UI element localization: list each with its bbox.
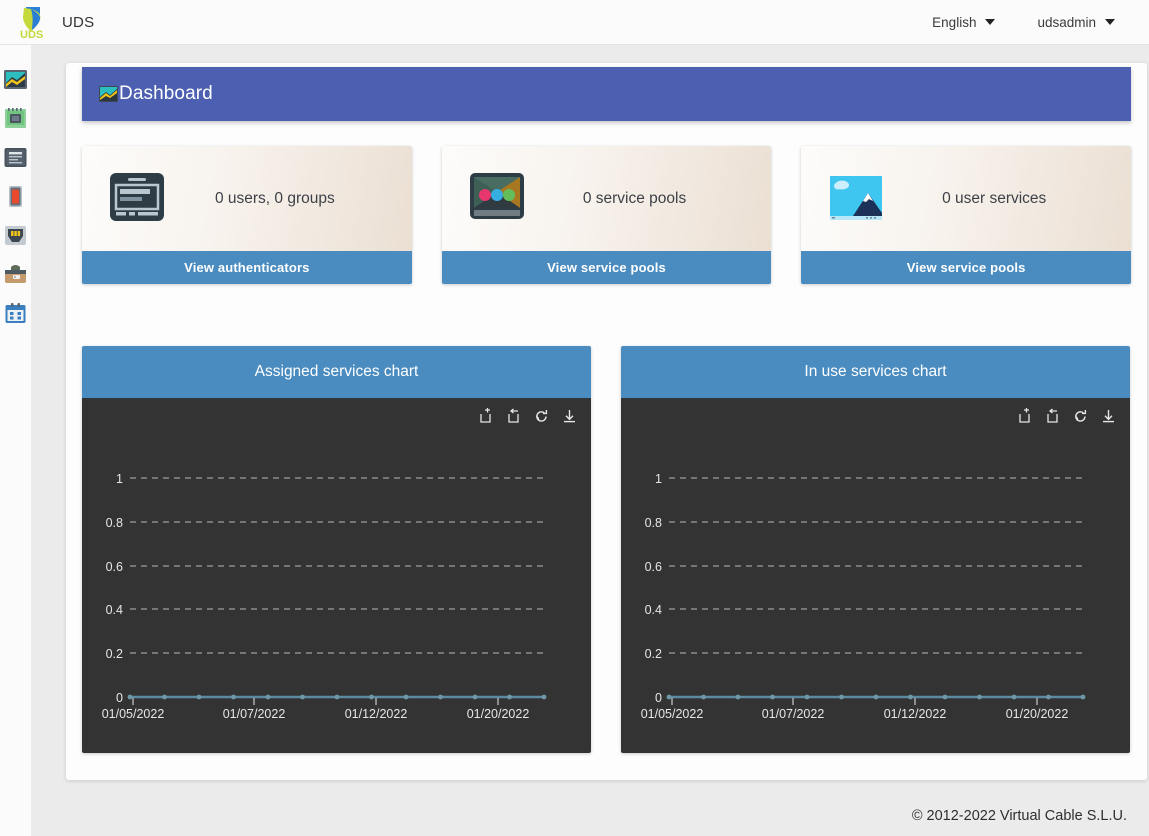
stat-card-label: 0 service pools [582,189,687,207]
stats-row: 0 users, 0 groups View authenticators 0 … [82,146,1132,284]
view-service-pools-button[interactable]: View service pools [441,251,772,284]
download-icon[interactable] [1100,408,1117,425]
chart-plot-area[interactable]: 1 0.8 0.6 0.4 0.2 0 01/05/2022 01/07/202… [82,436,591,753]
svg-text:0: 0 [116,691,123,705]
download-icon[interactable] [561,408,578,425]
svg-text:0.2: 0.2 [645,647,662,661]
stat-card-body: 0 user services [801,146,1132,251]
stat-card-label: 0 users, 0 groups [214,189,335,207]
svg-text:01/05/2022: 01/05/2022 [102,707,165,721]
chart-toolbar [477,408,578,425]
chart-body: 1 0.8 0.6 0.4 0.2 0 01/05/2022 01/07/202… [621,398,1130,753]
sidebar-item-dashboard[interactable] [3,67,28,92]
language-label: English [932,14,977,30]
zoom-out-icon[interactable] [1044,408,1061,425]
topbar-actions: English udsadmin [932,15,1115,30]
brand[interactable]: UDS UDS [18,5,95,41]
svg-text:01/07/2022: 01/07/2022 [223,707,286,721]
user-menu[interactable]: udsadmin [1037,15,1115,30]
top-navigation-bar: UDS UDS English udsadmin [0,0,1149,45]
language-selector[interactable]: English [932,14,996,30]
sidebar-item-authenticators[interactable] [3,145,28,170]
charts-row: Assigned services chart 1 0.8 0.6 0.4 0.… [82,346,1131,753]
svg-text:1: 1 [655,472,662,486]
svg-text:1: 1 [116,472,123,486]
svg-text:0.6: 0.6 [645,560,662,574]
sidebar-icon-rail [0,45,31,836]
user-label: udsadmin [1037,14,1096,30]
svg-text:01/12/2022: 01/12/2022 [345,707,408,721]
service-pools-icon [468,171,530,227]
chart-toolbar [1016,408,1117,425]
stat-card-body: 0 service pools [441,146,772,251]
selection-zoom-icon[interactable] [1016,408,1033,425]
chart-title: In use services chart [621,346,1130,398]
sidebar-item-tools[interactable] [3,301,28,326]
svg-text:01/05/2022: 01/05/2022 [641,707,704,721]
chart-panel-in-use-services: In use services chart 1 0.8 0.6 0.4 0.2 … [621,346,1130,753]
sidebar-item-services[interactable] [3,106,28,131]
svg-text:0.2: 0.2 [106,647,123,661]
svg-text:0: 0 [655,691,662,705]
view-authenticators-button[interactable]: View authenticators [82,251,412,284]
svg-text:0.6: 0.6 [106,560,123,574]
sidebar-item-pools[interactable] [3,262,28,287]
dashboard-header: Dashboard [82,67,1131,121]
svg-text:0.8: 0.8 [645,516,662,530]
stat-card-body: 0 users, 0 groups [82,146,412,251]
selection-zoom-icon[interactable] [477,408,494,425]
svg-text:01/20/2022: 01/20/2022 [1006,707,1069,721]
svg-text:01/20/2022: 01/20/2022 [467,707,530,721]
footer-copyright: © 2012-2022 Virtual Cable S.L.U. [911,808,1127,824]
svg-text:0.4: 0.4 [106,603,123,617]
svg-text:UDS: UDS [20,29,43,39]
page-title: Dashboard [119,83,213,104]
svg-text:0.8: 0.8 [106,516,123,530]
chart-panel-assigned-services: Assigned services chart 1 0.8 0.6 0.4 0.… [82,346,591,753]
user-services-icon [827,171,889,227]
dashboard-chart-icon [99,86,118,102]
chart-body: 1 0.8 0.6 0.4 0.2 0 01/05/2022 01/07/202… [82,398,591,753]
zoom-out-icon[interactable] [505,408,522,425]
reset-zoom-icon[interactable] [533,408,550,425]
stat-card-user-services: 0 user services View service pools [801,146,1132,284]
stat-card-label: 0 user services [942,189,1047,207]
chart-title: Assigned services chart [82,346,591,398]
authenticators-icon [108,171,170,227]
stat-card-authenticators: 0 users, 0 groups View authenticators [82,146,412,284]
reset-zoom-icon[interactable] [1072,408,1089,425]
stat-card-service-pools: 0 service pools View service pools [441,146,772,284]
chevron-down-icon [985,19,996,25]
main-content-card: Dashboard 0 users, 0 groups View authent… [66,63,1147,780]
chart-plot-area[interactable]: 1 0.8 0.6 0.4 0.2 0 01/05/2022 01/07/202… [621,436,1130,753]
chevron-down-icon [1105,19,1115,25]
uds-shield-logo-icon: UDS [18,5,56,41]
svg-text:01/07/2022: 01/07/2022 [762,707,825,721]
svg-text:0.4: 0.4 [645,603,662,617]
view-service-pools-button[interactable]: View service pools [801,251,1132,284]
sidebar-item-connectivity[interactable] [3,223,28,248]
brand-name: UDS [62,13,95,31]
svg-text:01/12/2022: 01/12/2022 [884,707,947,721]
sidebar-item-osmanagers[interactable] [3,184,28,209]
